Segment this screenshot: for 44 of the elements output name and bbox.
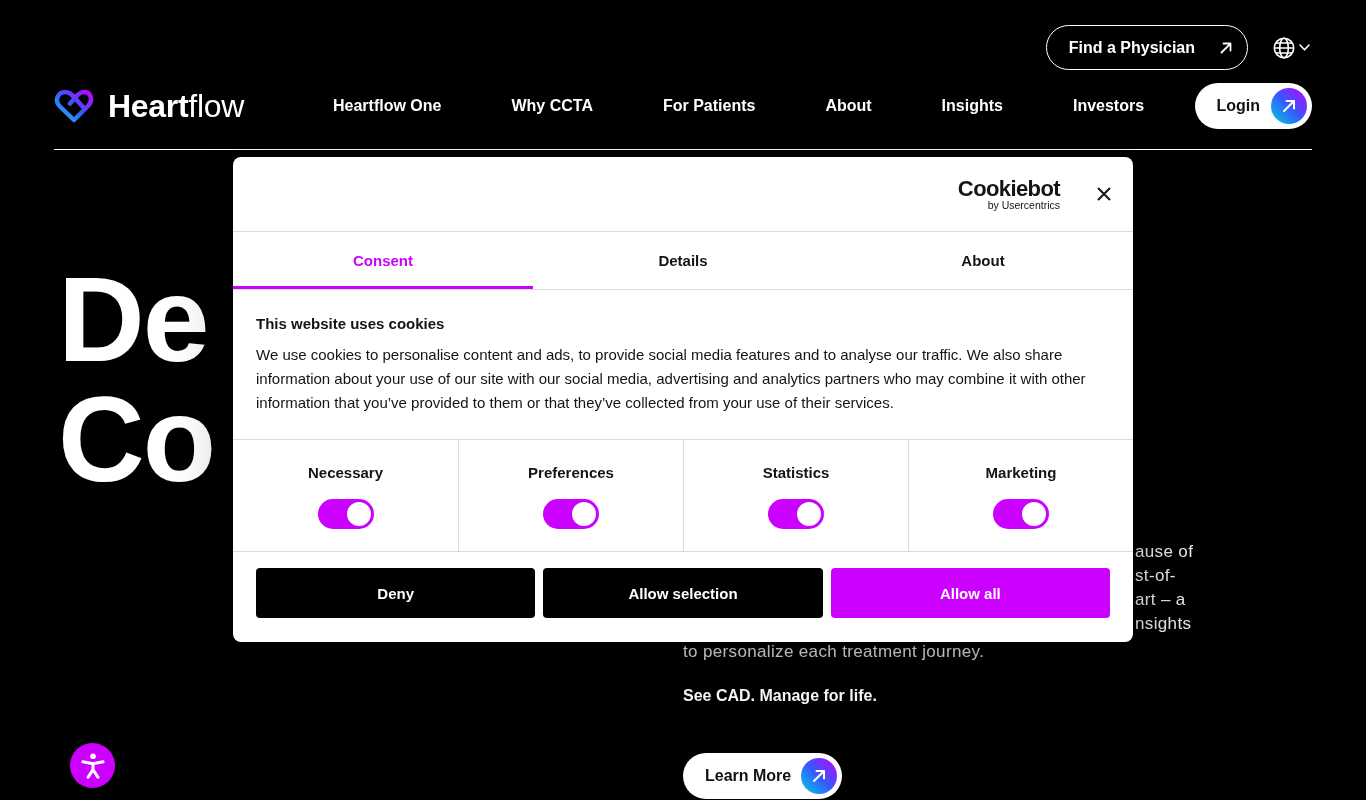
arrow-icon (1220, 41, 1232, 54)
intro-text: to personalize each treatment journey. (683, 641, 985, 663)
person-icon (78, 751, 107, 780)
intro-text-fragment: st-of- (1135, 565, 1176, 587)
nav-link[interactable]: Heartflow One (333, 96, 442, 116)
nav-link[interactable]: For Patients (662, 96, 756, 116)
logo-wordmark: Heartflow (108, 88, 245, 124)
intro-text-fragment: nsights (1135, 613, 1192, 635)
globe-icon (1273, 36, 1295, 59)
toggle-switch[interactable] (317, 499, 374, 529)
tagline-text: See CAD. Manage for life. (683, 686, 877, 706)
accessibility-button[interactable] (70, 743, 115, 788)
dialog-body-text: We use cookies to personalise content and ads, to provide social media features and to analyse our traffic. We also share information about your use of our site with our social media, advertising and analytics partners who may combine it with other information that you’ve provided to them or that they’ve collected from your use of their services. (256, 345, 1087, 413)
hero-heading-text: Co (58, 379, 214, 499)
toggle-switch[interactable] (543, 499, 599, 529)
category-label: Necessary (307, 464, 384, 482)
category-label: Marketing (985, 464, 1057, 482)
allow-all-button[interactable]: Allow all (830, 568, 1110, 618)
hero-heading-text: De (58, 259, 208, 379)
tab[interactable]: Details (533, 232, 833, 289)
tab[interactable]: Consent (233, 232, 533, 289)
nav-link[interactable]: Investors (1072, 96, 1145, 116)
learn-more-button[interactable]: Learn More (683, 753, 843, 799)
login-button[interactable]: Login (1195, 83, 1312, 129)
language-button[interactable] (1273, 36, 1310, 59)
close-icon (1097, 187, 1111, 201)
dialog-button[interactable]: Allow selection (543, 568, 823, 618)
dialog-title: This website uses cookies (256, 315, 446, 333)
toggle-switch[interactable] (993, 499, 1049, 529)
dialog-button[interactable]: Deny (256, 568, 536, 618)
nav-link[interactable]: About (825, 96, 872, 116)
category-label: Statistics (762, 464, 830, 482)
provider-byline: by Usercentrics (987, 199, 1060, 211)
arrow-circle-icon (1271, 88, 1307, 124)
intro-text-fragment: art – a (1135, 589, 1186, 611)
toggle-switch[interactable] (768, 499, 824, 529)
nav-link[interactable]: Why CCTA (511, 96, 593, 116)
arrow-circle-icon (801, 758, 838, 794)
nav-link[interactable]: Insights (941, 96, 1003, 116)
tab[interactable]: About (833, 232, 1133, 289)
intro-text-fragment: ause of (1135, 541, 1194, 563)
category-label: Preferences (528, 464, 614, 482)
provider-wordmark: Cookiebot (957, 177, 1060, 200)
chevron-down-icon (1299, 44, 1310, 51)
